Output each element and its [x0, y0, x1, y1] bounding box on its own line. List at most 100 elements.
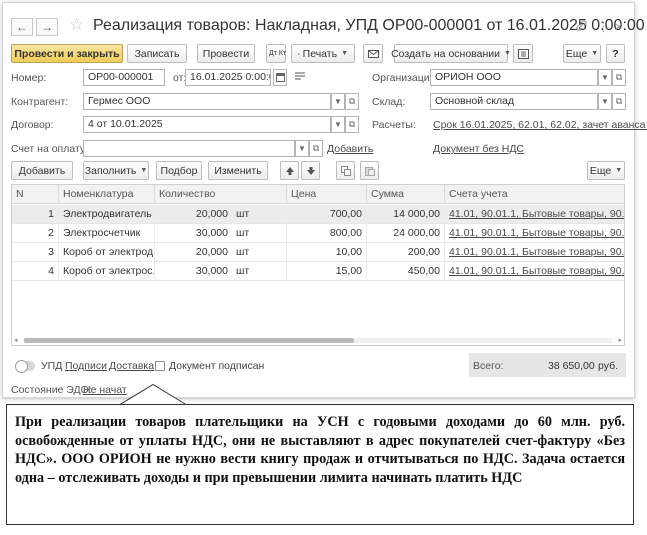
favorite-star-icon[interactable]: ☆	[69, 15, 84, 35]
scroll-right-icon[interactable]: ▸	[618, 336, 622, 344]
row-unit: шт	[236, 265, 250, 277]
upd-label: УПД	[41, 360, 63, 372]
calendar-button[interactable]	[273, 69, 287, 86]
dt-kt-icon: Дт Кт	[269, 50, 287, 57]
row-item: Короб от электрод...	[58, 243, 154, 262]
row-accounts[interactable]: 41.01, 90.01.1, Бытовые товары, 90.02.1	[444, 243, 624, 262]
move-down-button[interactable]	[301, 161, 320, 180]
invoice-dropdown-button[interactable]: ▼	[295, 140, 309, 157]
table-row[interactable]: 4 Короб от электрос... 30,000 шт 15,00 4…	[12, 262, 624, 281]
organization-dropdown-button[interactable]: ▼	[598, 69, 612, 86]
add-invoice-link[interactable]: Добавить	[327, 143, 373, 155]
post-and-close-button[interactable]: Провести и закрыть	[11, 44, 123, 63]
change-button[interactable]: Изменить	[208, 161, 268, 180]
row-sum: 14 000,00	[366, 205, 444, 224]
contractor-open-button[interactable]: ⧉	[345, 93, 359, 110]
more-menu-icon[interactable]: ⋮	[597, 19, 610, 35]
date-field[interactable]: 16.01.2025 0:00:00	[185, 69, 271, 86]
forward-button[interactable]: →	[36, 18, 58, 36]
note-text: При реализации товаров плательщики на УС…	[15, 414, 625, 486]
table-row[interactable]: 1 Электродвигатель 20,000 шт 700,00 14 0…	[12, 205, 624, 224]
scroll-left-icon[interactable]: ◂	[14, 336, 18, 344]
dt-kt-button[interactable]: Дт Кт	[266, 44, 286, 63]
row-number: 1	[48, 208, 54, 220]
contract-open-button[interactable]: ⧉	[345, 116, 359, 133]
arrow-left-icon: ←	[16, 20, 28, 34]
calendar-icon	[275, 73, 285, 82]
invoice-field[interactable]	[83, 140, 295, 157]
organization-field[interactable]: ОРИОН ООО	[430, 69, 598, 86]
document-signed-checkbox[interactable]	[155, 361, 165, 371]
structure-button[interactable]	[513, 44, 533, 63]
link-icon[interactable]	[575, 19, 588, 35]
warehouse-dropdown-button[interactable]: ▼	[598, 93, 612, 110]
column-header-n[interactable]: N	[12, 185, 58, 204]
signatures-link[interactable]: Подписи	[65, 360, 107, 372]
more-label: Еще	[565, 47, 588, 60]
open-icon: ⧉	[348, 96, 356, 106]
delivery-link[interactable]: Доставка	[109, 360, 154, 372]
chevron-down-icon: ▼	[504, 50, 511, 57]
column-header-price[interactable]: Цена	[286, 185, 366, 204]
add-row-button[interactable]: Добавить	[11, 161, 73, 180]
horizontal-scrollbar[interactable]: ◂ ▸	[12, 335, 624, 345]
row-quantity: 30,000	[154, 224, 232, 243]
document-list-icon[interactable]	[294, 71, 306, 84]
table-row[interactable]: 2 Электросчетчик 30,000 шт 800,00 24 000…	[12, 224, 624, 243]
row-accounts[interactable]: 41.01, 90.01.1, Бытовые товары, 90.02.1	[444, 262, 624, 281]
arrow-right-icon: →	[41, 20, 53, 34]
callout-pointer	[120, 384, 187, 405]
post-button[interactable]: Провести	[197, 44, 255, 63]
warehouse-open-button[interactable]: ⧉	[612, 93, 626, 110]
more-button[interactable]: Еще ▼	[563, 44, 601, 63]
chevron-down-icon: ▼	[140, 167, 148, 174]
save-button[interactable]: Записать	[127, 44, 187, 63]
row-accounts[interactable]: 41.01, 90.01.1, Бытовые товары, 90.02.1	[444, 224, 624, 243]
row-item: Электросчетчик	[58, 224, 154, 243]
column-header-sum[interactable]: Сумма	[366, 185, 444, 204]
number-field[interactable]: ОР00-000001	[83, 69, 165, 86]
vat-document-link[interactable]: Документ без НДС	[433, 143, 524, 155]
column-header-quantity[interactable]: Количество	[154, 185, 286, 204]
row-unit: шт	[236, 227, 250, 239]
close-icon[interactable]: ×	[615, 19, 623, 34]
column-header-item[interactable]: Номенклатура	[58, 185, 154, 204]
contract-field[interactable]: 4 от 10.01.2025	[83, 116, 331, 133]
create-based-on-button[interactable]: Создать на основании ▼	[391, 44, 511, 63]
column-header-accounts[interactable]: Счета учета	[444, 185, 626, 204]
table-more-button[interactable]: Еще ▼	[587, 161, 625, 180]
print-button[interactable]: Печать ▼	[291, 44, 355, 63]
settlements-link[interactable]: Срок 16.01.2025, 62.01, 62.02, зачет ава…	[433, 119, 647, 131]
contract-dropdown-button[interactable]: ▼	[331, 116, 345, 133]
invoice-open-button[interactable]: ⧉	[309, 140, 323, 157]
email-button[interactable]	[363, 44, 383, 63]
table-more-label: Еще	[589, 164, 612, 177]
paste-button[interactable]	[360, 161, 379, 180]
fill-button[interactable]: Заполнить ▼	[83, 161, 149, 180]
chevron-down-icon: ▼	[601, 97, 609, 106]
document-window: ← → ☆ Реализация товаров: Накладная, УПД…	[2, 2, 647, 398]
number-label: Номер:	[11, 72, 47, 84]
fill-label: Заполнить	[84, 164, 137, 177]
scroll-thumb[interactable]	[24, 338, 354, 343]
row-quantity: 20,000	[154, 205, 232, 224]
contractor-dropdown-button[interactable]: ▼	[331, 93, 345, 110]
total-value: 38 650,00	[548, 360, 595, 372]
document-signed-label: Документ подписан	[169, 360, 265, 372]
explanation-note: При реализации товаров плательщики на УС…	[6, 404, 634, 525]
row-item: Короб от электрос...	[58, 262, 154, 281]
pick-button[interactable]: Подбор	[156, 161, 202, 180]
upd-toggle[interactable]	[15, 360, 35, 373]
move-up-button[interactable]	[280, 161, 299, 180]
table-row[interactable]: 3 Короб от электрод... 20,000 шт 10,00 2…	[12, 243, 624, 262]
warehouse-field[interactable]: Основной склад	[430, 93, 598, 110]
row-accounts[interactable]: 41.01, 90.01.1, Бытовые товары, 90.02.1	[444, 205, 624, 224]
copy-button[interactable]	[336, 161, 355, 180]
help-button[interactable]: ?	[606, 44, 625, 63]
chevron-down-icon: ▼	[615, 167, 623, 174]
organization-open-button[interactable]: ⧉	[612, 69, 626, 86]
back-button[interactable]: ←	[11, 18, 33, 36]
settlements-label: Расчеты:	[372, 119, 416, 131]
row-price: 15,00	[286, 262, 366, 281]
contractor-field[interactable]: Гермес ООО	[83, 93, 331, 110]
